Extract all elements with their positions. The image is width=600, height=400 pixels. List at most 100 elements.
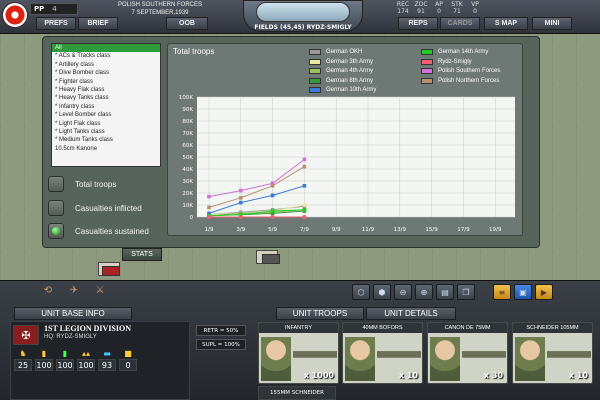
- unit-class-item[interactable]: * Medium Tanks class: [52, 136, 160, 144]
- supply-value: SUPL = 100%: [196, 339, 246, 350]
- map-unit-marker[interactable]: [262, 254, 280, 264]
- stat-header: ZOC: [414, 1, 428, 8]
- card-name: SCHNEIDER 105MM: [513, 323, 592, 333]
- unit-class-item[interactable]: * Infantry class: [52, 103, 160, 111]
- troop-card-canon-75[interactable]: CANON DE 75MM x 30: [427, 322, 508, 384]
- soldier-portrait: [345, 337, 375, 381]
- airplane-icon[interactable]: ✈: [66, 285, 82, 297]
- unit-stat: ▮ 100: [56, 349, 74, 371]
- card-count: x 10: [398, 371, 418, 380]
- legend-entry: German 10th Army: [309, 87, 376, 93]
- option-label: Total troops: [75, 179, 117, 189]
- hex-location-label: FIELDS (45,45) RYDZ-SMIGLY: [254, 24, 352, 31]
- end-turn-icon[interactable]: ▶: [535, 284, 553, 300]
- unit-class-item[interactable]: All: [52, 44, 160, 53]
- strategic-map-button[interactable]: S MAP: [484, 17, 528, 30]
- layers-icon[interactable]: ▤: [436, 284, 454, 300]
- chart-title: Total troops: [173, 47, 215, 56]
- prefs-button[interactable]: PREFS: [36, 17, 76, 30]
- infantry-division-icon: ✠: [13, 325, 39, 345]
- unit-class-item[interactable]: * Light Tanks class: [52, 128, 160, 136]
- tab-unit-troops[interactable]: UNIT TROOPS: [276, 307, 364, 320]
- reps-button[interactable]: REPS: [398, 17, 438, 30]
- pp-value: 4: [52, 5, 57, 13]
- strength-icon: ▴▴: [81, 349, 91, 358]
- stats-tab[interactable]: STATS: [122, 248, 162, 261]
- unit-class-item[interactable]: * Heavy Tanks class: [52, 94, 160, 102]
- legend-entry: Polish Northern Forces: [421, 77, 499, 84]
- unit-stat: ■ 0: [119, 349, 137, 371]
- faction-date: POLISH SOUTHERN FORCES 7 SEPTEMBER,1939: [100, 1, 220, 17]
- unit-class-item[interactable]: 10.5cm Kanone: [52, 145, 160, 153]
- card-name: 40MM BOFORS: [343, 323, 422, 333]
- legend-entry: German 8th Army: [309, 77, 374, 84]
- stat-value: 174: [397, 8, 409, 15]
- unit-class-item[interactable]: * Artillery class: [52, 61, 160, 69]
- legend-swatch: [309, 58, 321, 65]
- oob-button[interactable]: OOB: [166, 17, 208, 30]
- legend-label: Rydz-Smigly: [438, 58, 472, 65]
- stat-header: STK: [451, 1, 463, 8]
- terrain-viewport: [256, 2, 350, 22]
- option-casualties-sustained[interactable]: Casualties sustained: [48, 222, 149, 240]
- cards-button[interactable]: CARDS: [440, 17, 480, 30]
- legend-entry: German 14th Army: [421, 49, 488, 55]
- soldier-portrait: [430, 337, 460, 381]
- option-casualties-inflicted[interactable]: Casualties inflicted: [48, 199, 142, 217]
- legend-swatch: [421, 58, 433, 65]
- equipment-image: [377, 339, 421, 369]
- legend-entry: Polish Southern Forces: [421, 68, 500, 74]
- tab-unit-details[interactable]: UNIT DETAILS: [366, 307, 456, 320]
- soldier-portrait: [261, 337, 291, 381]
- hex-grid-icon[interactable]: ⬡: [352, 284, 370, 300]
- game-logo-icon[interactable]: [2, 2, 28, 28]
- stat-value: 0: [119, 359, 137, 371]
- map-unit-marker[interactable]: [102, 266, 120, 276]
- unit-class-item[interactable]: * Fighter class: [52, 78, 160, 86]
- radio-button[interactable]: [48, 200, 64, 216]
- legend-label: German 4th Army: [326, 68, 374, 74]
- stat-header: VP: [471, 1, 479, 8]
- equipment-image: [462, 339, 506, 369]
- list-icon[interactable]: ≡: [493, 284, 511, 300]
- crossed-swords-icon[interactable]: ⚔: [92, 285, 108, 297]
- card-name: CANON DE 75MM: [428, 323, 507, 333]
- radio-button[interactable]: [48, 176, 64, 192]
- troop-card-schneider-155[interactable]: 155MM SCHNEIDER: [258, 386, 336, 400]
- zoom-out-icon[interactable]: ⊖: [394, 284, 412, 300]
- rotate-icon[interactable]: ⟲: [40, 285, 56, 297]
- option-total-troops[interactable]: Total troops: [48, 175, 116, 193]
- stat-header: REC: [396, 1, 410, 8]
- equipment-image: [547, 339, 591, 369]
- legend-label: German 8th Army: [326, 77, 374, 84]
- radio-button[interactable]: [48, 223, 64, 239]
- tab-unit-base-info[interactable]: UNIT BASE INFO: [14, 307, 132, 320]
- unit-class-item[interactable]: * ACs & Tracks class: [52, 52, 160, 60]
- unit-class-item[interactable]: * Light Flak class: [52, 120, 160, 128]
- unit-class-item[interactable]: * Dive Bomber class: [52, 69, 160, 77]
- zoom-in-icon[interactable]: ⊕: [415, 284, 433, 300]
- legend-label: German 3th Army: [326, 58, 374, 65]
- hexagon-icon[interactable]: ⬢: [373, 284, 391, 300]
- troop-card-schneider-105[interactable]: SCHNEIDER 105MM x 10: [512, 322, 593, 384]
- unit-hq: HQ: RYDZ-SMIGLY: [44, 334, 97, 340]
- copy-icon[interactable]: ❐: [457, 284, 475, 300]
- unit-class-item[interactable]: * Heavy Flak class: [52, 86, 160, 94]
- unit-stats: ♞ 25 ▮ 100 ▮ 100 ▴▴ 100 ▬ 93 ■ 0: [14, 349, 137, 371]
- legend-entry: Rydz-Smigly: [421, 58, 472, 65]
- brief-button[interactable]: BRIEF: [78, 17, 118, 30]
- mini-map-button[interactable]: MINI: [532, 17, 572, 30]
- unit-stat: ♞ 25: [14, 349, 32, 371]
- troop-card-bofors[interactable]: 40MM BOFORS x 10: [342, 322, 423, 384]
- stat-header: AP: [435, 1, 443, 8]
- save-icon[interactable]: ▣: [514, 284, 532, 300]
- legend-swatch: [309, 68, 321, 74]
- legend-swatch: [309, 77, 321, 84]
- stat-value: 93: [98, 359, 116, 371]
- troop-card-infantry[interactable]: INFANTRY x 1000: [258, 322, 339, 384]
- unit-class-item[interactable]: * Level Bomber class: [52, 111, 160, 119]
- legend-label: German 10th Army: [326, 87, 377, 93]
- soldier-icon: ♞: [19, 349, 27, 358]
- unit-class-list[interactable]: All * ACs & Tracks class * Artillery class…: [51, 43, 161, 167]
